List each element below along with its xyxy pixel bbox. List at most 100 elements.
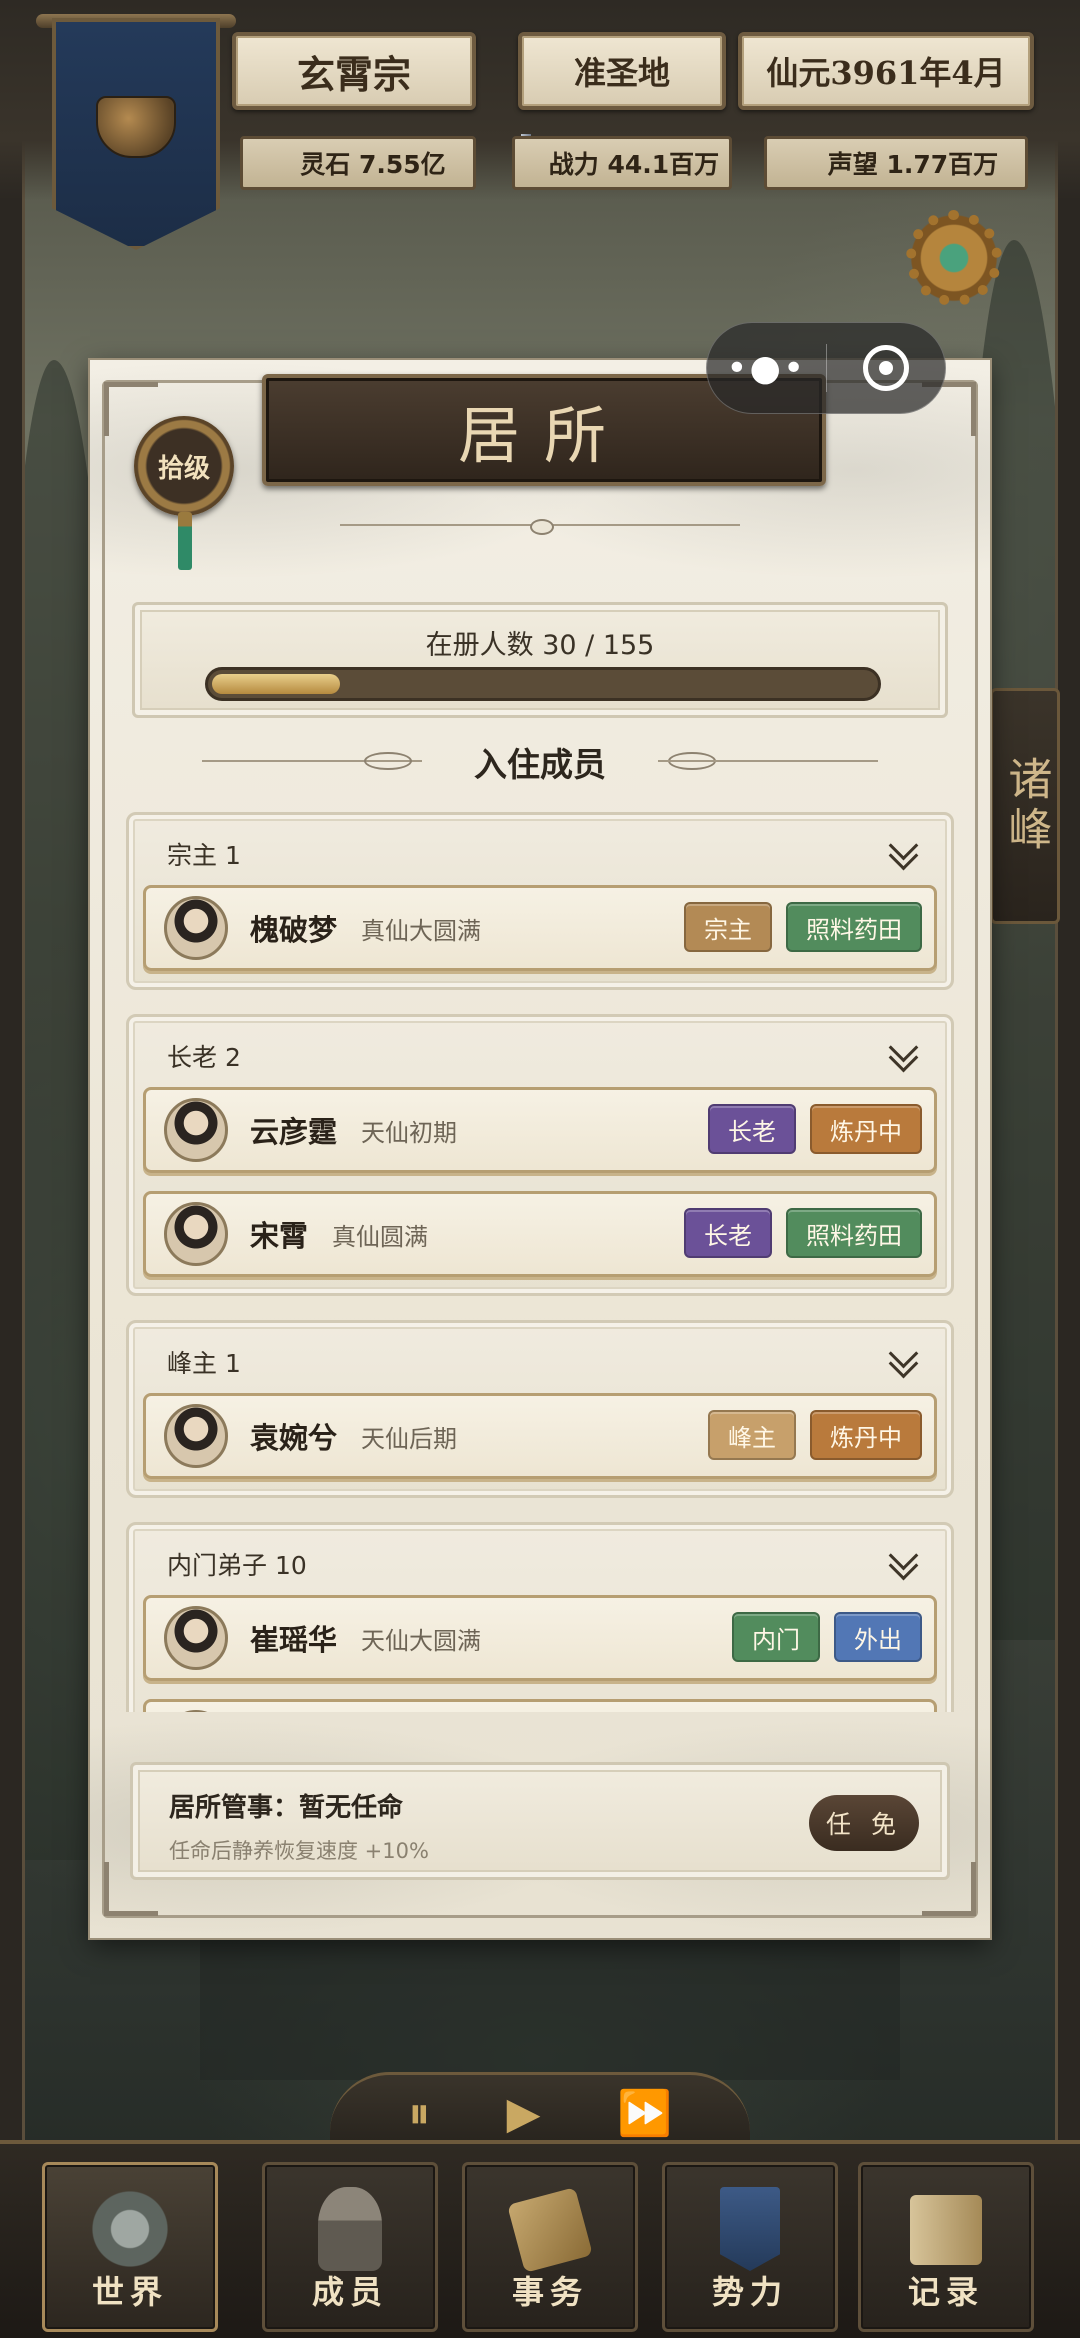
status-badge: 照料药田 <box>786 902 922 952</box>
level-badge[interactable]: 拾级 <box>134 416 234 516</box>
reputation-value: 声望 1.77百万 <box>827 150 999 179</box>
status-badge: 长老 <box>684 1208 772 1258</box>
member-row[interactable]: 崔瑶华 天仙大圆满 内门 外出 <box>143 1595 937 1681</box>
avatar[interactable] <box>164 1098 228 1162</box>
member-group: 宗主 1 槐破梦 真仙大圆满 宗主 照料药田 <box>126 812 954 990</box>
side-tab-peaks[interactable]: 诸峰 <box>990 688 1060 924</box>
member-group: 长老 2 云彦霆 天仙初期 长老 炼丹中宋霄 真仙圆满 长老 照料药田 <box>126 1014 954 1296</box>
avatar[interactable] <box>164 896 228 960</box>
group-header[interactable]: 峰主 1 <box>139 1331 941 1393</box>
side-tab-label: 诸峰 <box>1000 756 1052 856</box>
member-name: 云彦霆 <box>250 1115 338 1149</box>
world-icon <box>85 2187 175 2271</box>
nav-item-scroll[interactable]: 事务 <box>462 2162 638 2332</box>
level-badge-label: 拾级 <box>157 453 210 484</box>
member-realm: 天仙后期 <box>361 1424 458 1453</box>
chevron-down-icon[interactable] <box>887 1039 919 1071</box>
gear-icon[interactable] <box>906 210 1002 306</box>
spirit-stones-value: 灵石 7.55亿 <box>300 150 446 179</box>
mini-program-capsule: •●• <box>706 322 946 414</box>
steward-panel: 居所管事：暂无任命 任命后静养恢复速度 +10% 任 免 <box>130 1762 950 1880</box>
avatar[interactable] <box>164 1710 228 1712</box>
roster-panel: 在册人数 30 / 155 <box>132 602 948 718</box>
member-tags: 峰主 炼丹中 <box>708 1410 922 1460</box>
steward-title: 居所管事：暂无任命 <box>169 1793 404 1823</box>
nav-label: 记录 <box>907 2273 984 2311</box>
nav-item-book[interactable]: 记录 <box>858 2162 1034 2332</box>
group-header-label: 峰主 1 <box>167 1349 241 1378</box>
member-row[interactable]: 云彦霆 天仙初期 长老 炼丹中 <box>143 1087 937 1173</box>
member-group: 内门弟子 10 崔瑶华天仙大圆满 内门外出许昊天仙圆满内门照料药田 <box>126 1522 954 1712</box>
group-header[interactable]: 宗主 1 <box>139 823 941 885</box>
member-tags: 内门 外出 <box>732 1612 922 1662</box>
member-row[interactable]: 槐破梦 真仙大圆满 宗主 照料药田 <box>143 885 937 971</box>
member-group: 峰主 1 袁婉兮 天仙后期 峰主 炼丹中 <box>126 1320 954 1498</box>
member-row[interactable]: 袁婉兮 天仙后期 峰主 炼丹中 <box>143 1393 937 1479</box>
member-realm: 真仙圆满 <box>332 1222 429 1251</box>
member-realm: 真仙大圆满 <box>361 916 482 945</box>
member-tags: 长老 炼丹中 <box>708 1104 922 1154</box>
combat-power-stat[interactable]: 战力 44.1百万 <box>512 136 732 190</box>
book-icon <box>910 2195 982 2265</box>
member-tags: 宗主 照料药田 <box>684 902 922 952</box>
group-header[interactable]: 长老 2 <box>139 1025 941 1087</box>
title-divider <box>340 518 740 535</box>
status-badge: 外出 <box>834 1612 922 1662</box>
status-badge: 峰主 <box>708 1410 796 1460</box>
group-header-label: 内门弟子 10 <box>167 1551 307 1580</box>
group-header-label: 宗主 1 <box>167 841 241 870</box>
status-badge: 炼丹中 <box>810 1104 922 1154</box>
sect-rank: 准圣地 <box>518 32 726 110</box>
sect-name: 玄霄宗 <box>232 32 476 110</box>
group-header-label: 长老 2 <box>167 1043 241 1072</box>
member-row[interactable]: 许昊天仙圆满内门照料药田 <box>143 1699 937 1712</box>
spirit-stones-stat[interactable]: 灵石 7.55亿 <box>240 136 476 190</box>
more-menu-button[interactable]: •●• <box>707 323 826 413</box>
member-tags: 长老 照料药田 <box>684 1208 922 1258</box>
nav-label: 势力 <box>711 2273 788 2311</box>
tassel-icon <box>178 512 192 570</box>
pause-icon[interactable]: ⏸ <box>408 2091 430 2136</box>
close-mini-program-button[interactable] <box>827 323 946 413</box>
chevron-down-icon[interactable] <box>887 1547 919 1579</box>
nav-item-forces-banner[interactable]: 势力 <box>662 2162 838 2332</box>
avatar[interactable] <box>164 1606 228 1670</box>
status-badge: 宗主 <box>684 902 772 952</box>
roster-progress-fill <box>212 674 341 694</box>
appoint-button[interactable]: 任 免 <box>809 1795 919 1851</box>
status-badge: 照料药田 <box>786 1208 922 1258</box>
avatar[interactable] <box>164 1404 228 1468</box>
cauldron-icon <box>96 96 176 158</box>
play-icon[interactable]: ▶ <box>507 2091 541 2136</box>
nav-label: 世界 <box>91 2273 168 2311</box>
target-icon <box>862 345 909 391</box>
status-badge: 内门 <box>732 1612 820 1662</box>
reputation-stat[interactable]: 声望 1.77百万 <box>764 136 1028 190</box>
chevron-down-icon[interactable] <box>887 837 919 869</box>
forces-banner-icon <box>720 2187 780 2271</box>
avatar[interactable] <box>164 1202 228 1266</box>
status-badge: 炼丹中 <box>810 1410 922 1460</box>
nav-item-world[interactable]: 世界 <box>42 2162 218 2332</box>
roster-count: 在册人数 30 / 155 <box>425 630 655 661</box>
nav-label: 成员 <box>311 2273 388 2311</box>
more-dots-icon: •●• <box>726 347 807 389</box>
member-row[interactable]: 宋霄 真仙圆满 长老 照料药田 <box>143 1191 937 1277</box>
member-name: 宋霄 <box>250 1219 309 1253</box>
member-name: 槐破梦 <box>250 913 338 947</box>
fast-forward-icon[interactable]: ⏩ <box>617 2091 672 2136</box>
group-header[interactable]: 内门弟子 10 <box>139 1533 941 1595</box>
residence-dialog: 居所 拾级 在册人数 30 / 155 入住成员 宗主 1 槐破梦 真仙大圆满 宗主照… <box>90 360 990 1938</box>
member-list[interactable]: 宗主 1 槐破梦 真仙大圆满 宗主 照料药田 长老 2 云彦霆 天仙初期 长老 炼丹中 宋霄 真仙圆满… <box>126 812 954 1712</box>
bottom-nav: 世界 成员 事务 势力 记录 <box>0 2140 1080 2338</box>
steward-subtitle: 任命后静养恢复速度 +10% <box>169 1839 429 1863</box>
combat-power-value: 战力 44.1百万 <box>548 150 720 179</box>
member-name: 袁婉兮 <box>250 1421 338 1455</box>
game-date: 仙元3961年4月 <box>738 32 1034 110</box>
chevron-down-icon[interactable] <box>887 1345 919 1377</box>
member-icon <box>318 2187 382 2271</box>
member-realm: 天仙大圆满 <box>361 1626 482 1655</box>
scroll-icon <box>507 2187 593 2273</box>
nav-label: 事务 <box>511 2273 588 2311</box>
nav-item-member[interactable]: 成员 <box>262 2162 438 2332</box>
